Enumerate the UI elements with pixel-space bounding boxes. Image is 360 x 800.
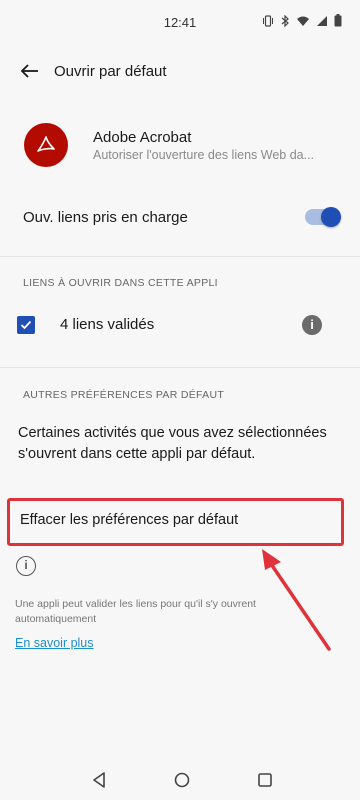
app-description: Autoriser l'ouverture des liens Web da..… [93, 148, 315, 162]
footnote-text: Une appli peut valider les liens pour qu… [15, 598, 256, 625]
toggle-knob [321, 207, 341, 227]
verified-links-label: 4 liens validés [60, 316, 155, 333]
info-outline-icon: i [16, 556, 36, 576]
supported-links-toggle[interactable] [305, 207, 341, 227]
clear-defaults-label: Effacer les préférences par défaut [20, 512, 239, 528]
wifi-icon [296, 14, 310, 32]
clear-defaults-button[interactable]: Effacer les préférences par défaut [7, 498, 344, 546]
signal-icon [316, 14, 328, 32]
battery-icon [334, 14, 342, 32]
acrobat-logo-icon [24, 123, 68, 167]
app-header: Adobe Acrobat Autoriser l'ouverture des … [0, 118, 360, 178]
status-bar: 12:41 [0, 0, 360, 44]
divider [0, 367, 360, 368]
other-section-header: AUTRES PRÉFÉRENCES PAR DÉFAUT [23, 389, 225, 401]
navigation-bar [0, 760, 360, 800]
back-nav-icon[interactable] [90, 770, 110, 790]
supported-links-label: Ouv. liens pris en charge [23, 209, 188, 226]
arrow-back-icon[interactable] [18, 58, 44, 84]
links-section-header: LIENS À OUVRIR DANS CETTE APPLI [23, 277, 218, 289]
page-title: Ouvrir par défaut [54, 63, 167, 80]
info-icon[interactable]: i [302, 315, 322, 335]
recents-nav-icon[interactable] [255, 770, 275, 790]
app-bar: Ouvrir par défaut [0, 50, 360, 94]
status-icons [262, 14, 342, 32]
learn-more-link[interactable]: En savoir plus [15, 636, 94, 650]
supported-links-row[interactable]: Ouv. liens pris en charge [0, 198, 360, 238]
bluetooth-icon [280, 14, 290, 32]
other-defaults-description: Certaines activités que vous avez sélect… [18, 425, 327, 462]
divider [0, 256, 360, 257]
verified-links-checkbox[interactable] [17, 316, 35, 334]
vibrate-icon [262, 14, 274, 32]
app-name: Adobe Acrobat [93, 129, 192, 146]
home-nav-icon[interactable] [172, 770, 192, 790]
verified-links-row[interactable]: 4 liens validés i [0, 306, 360, 346]
